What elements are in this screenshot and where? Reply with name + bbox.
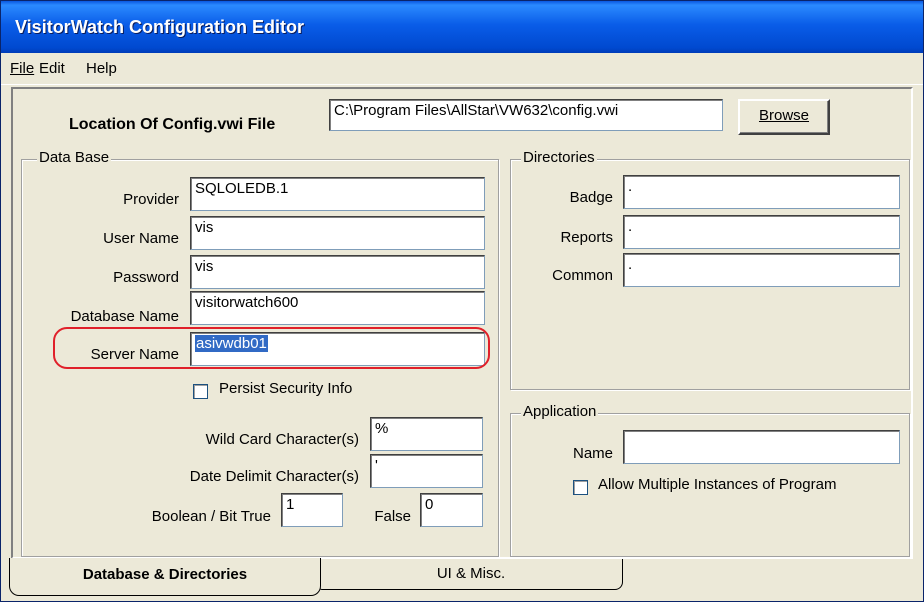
password-label: Password (113, 269, 179, 286)
provider-field[interactable]: SQLOLEDB.1 (190, 177, 485, 211)
user-name-field[interactable]: vis (190, 216, 485, 250)
tab-strip: UI & Misc. Database & Directories (1, 558, 923, 601)
boolean-true-label: Boolean / Bit True (151, 508, 271, 525)
database-legend: Data Base (37, 149, 112, 166)
menu-file[interactable]: File (10, 60, 34, 77)
browse-button[interactable]: Browse (738, 99, 830, 135)
allow-multiple-checkbox[interactable] (573, 480, 588, 495)
provider-label: Provider (123, 191, 179, 208)
app-name-field[interactable] (623, 430, 900, 464)
common-field[interactable]: . (623, 253, 900, 287)
persist-security-checkbox[interactable] (193, 384, 208, 399)
persist-security-label: Persist Security Info (219, 380, 353, 397)
allow-multiple-label: Allow Multiple Instances of Program (598, 476, 837, 493)
wild-card-label: Wild Card Character(s) (205, 431, 359, 448)
database-name-label: Database Name (70, 308, 179, 325)
reports-label: Reports (560, 229, 613, 246)
menu-bar: File Edit Help (1, 53, 923, 85)
boolean-false-label: False (374, 508, 411, 525)
date-delimit-label: Date Delimit Character(s) (189, 468, 359, 485)
user-name-label: User Name (103, 230, 179, 247)
date-delimit-field[interactable]: ' (370, 454, 483, 488)
common-label: Common (552, 267, 613, 284)
badge-label: Badge (569, 189, 613, 206)
title-bar[interactable]: VisitorWatch Configuration Editor (1, 1, 923, 53)
reports-field[interactable]: . (623, 215, 900, 249)
boolean-false-field[interactable]: 0 (420, 493, 483, 527)
menu-help[interactable]: Help (86, 60, 117, 77)
config-location-label: Location Of Config.vwi File (69, 116, 276, 133)
directories-legend: Directories (521, 149, 597, 166)
menu-edit[interactable]: Edit (39, 60, 65, 77)
config-location-field[interactable]: C:\Program Files\AllStar\VW632\config.vw… (329, 99, 723, 131)
tab-database-directories[interactable]: Database & Directories (9, 558, 321, 596)
app-window: VisitorWatch Configuration Editor File E… (0, 0, 924, 602)
tab-ui-misc[interactable]: UI & Misc. (319, 559, 623, 590)
database-name-field[interactable]: visitorwatch600 (190, 291, 485, 325)
badge-field[interactable]: . (623, 175, 900, 209)
wild-card-field[interactable]: % (370, 417, 483, 451)
password-field[interactable]: vis (190, 255, 485, 289)
app-name-label: Name (572, 445, 613, 462)
window-title: VisitorWatch Configuration Editor (15, 17, 304, 37)
application-legend: Application (521, 403, 599, 420)
boolean-true-field[interactable]: 1 (281, 493, 343, 527)
server-name-highlight-annotation (53, 327, 490, 369)
